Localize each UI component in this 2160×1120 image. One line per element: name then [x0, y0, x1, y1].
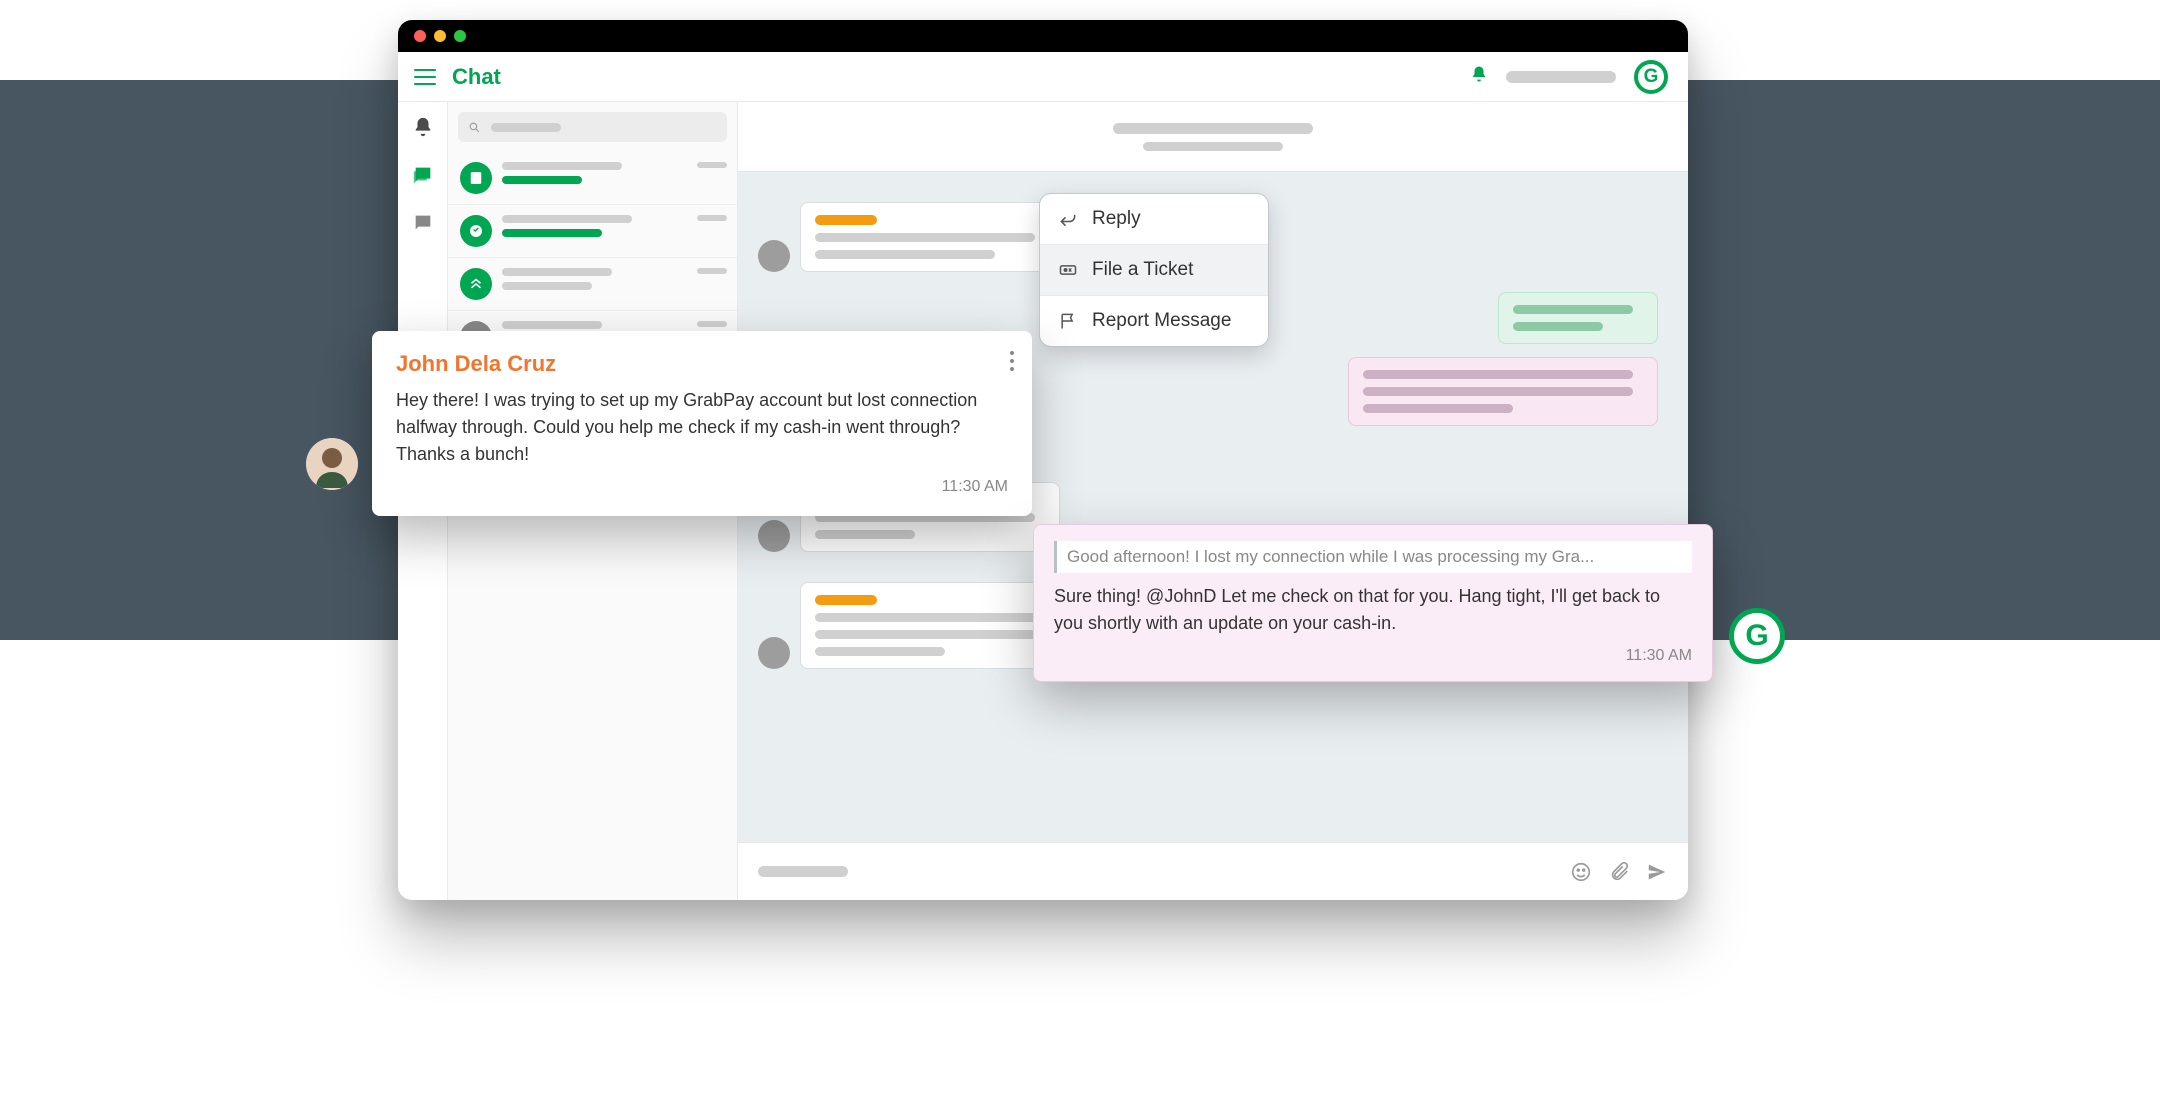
time-placeholder	[697, 268, 727, 274]
conversation-item[interactable]	[448, 152, 737, 205]
context-menu: Reply File a Ticket Report Message	[1039, 193, 1269, 347]
avatar[interactable]: G	[1634, 60, 1668, 94]
avatar	[460, 162, 492, 194]
customer-avatar	[306, 438, 358, 490]
avatar	[460, 215, 492, 247]
header-title-placeholder	[1113, 123, 1313, 134]
close-icon[interactable]	[414, 30, 426, 42]
bell-icon[interactable]	[1470, 65, 1488, 88]
message-bubble[interactable]	[1348, 357, 1658, 426]
message-composer[interactable]	[738, 842, 1688, 900]
bell-icon[interactable]	[412, 116, 434, 138]
flag-icon	[1058, 311, 1078, 331]
conversation-item[interactable]	[448, 205, 737, 258]
agent-avatar: G	[1729, 608, 1785, 664]
time-placeholder	[697, 215, 727, 221]
conversation-item[interactable]	[448, 258, 737, 311]
time-placeholder	[697, 321, 727, 327]
message-bubble[interactable]	[1498, 292, 1658, 344]
message-bubble[interactable]	[800, 202, 1060, 272]
app-title: Chat	[452, 64, 501, 90]
send-icon[interactable]	[1646, 861, 1668, 883]
menu-label: Report Message	[1092, 310, 1231, 332]
search-icon	[468, 121, 481, 134]
search-placeholder	[491, 123, 561, 132]
menu-icon[interactable]	[414, 69, 436, 85]
time-placeholder	[697, 162, 727, 168]
agent-reply-bubble[interactable]: Good afternoon! I lost my connection whi…	[1033, 524, 1713, 682]
composer-placeholder	[758, 866, 848, 877]
avatar	[758, 240, 790, 272]
avatar	[758, 637, 790, 669]
timestamp: 11:30 AM	[396, 478, 1008, 496]
top-bar: Chat G	[398, 52, 1688, 102]
more-icon[interactable]	[1010, 351, 1014, 371]
attachment-icon[interactable]	[1608, 861, 1630, 883]
reply-icon	[1058, 209, 1078, 229]
chat-header	[738, 102, 1688, 172]
chat-icon[interactable]	[412, 164, 434, 186]
ticket-icon	[1058, 260, 1078, 280]
menu-label: File a Ticket	[1092, 259, 1193, 281]
header-sub-placeholder	[1143, 142, 1283, 151]
customer-name: John Dela Cruz	[396, 351, 1008, 377]
emoji-icon[interactable]	[1570, 861, 1592, 883]
maximize-icon[interactable]	[454, 30, 466, 42]
menu-report[interactable]: Report Message	[1040, 295, 1268, 346]
quoted-message: Good afternoon! I lost my connection whi…	[1054, 541, 1692, 573]
search-input[interactable]	[458, 112, 727, 142]
timestamp: 11:30 AM	[1054, 647, 1692, 665]
window-title-bar	[398, 20, 1688, 52]
avatar	[460, 268, 492, 300]
avatar	[758, 520, 790, 552]
message-icon[interactable]	[412, 212, 434, 234]
menu-file-ticket[interactable]: File a Ticket	[1040, 244, 1268, 295]
customer-message-bubble[interactable]: John Dela Cruz Hey there! I was trying t…	[372, 331, 1032, 516]
user-name-placeholder	[1506, 71, 1616, 83]
message-text: Sure thing! @JohnD Let me check on that …	[1054, 583, 1692, 637]
message-text: Hey there! I was trying to set up my Gra…	[396, 387, 1008, 468]
menu-label: Reply	[1092, 208, 1141, 230]
menu-reply[interactable]: Reply	[1040, 194, 1268, 244]
minimize-icon[interactable]	[434, 30, 446, 42]
